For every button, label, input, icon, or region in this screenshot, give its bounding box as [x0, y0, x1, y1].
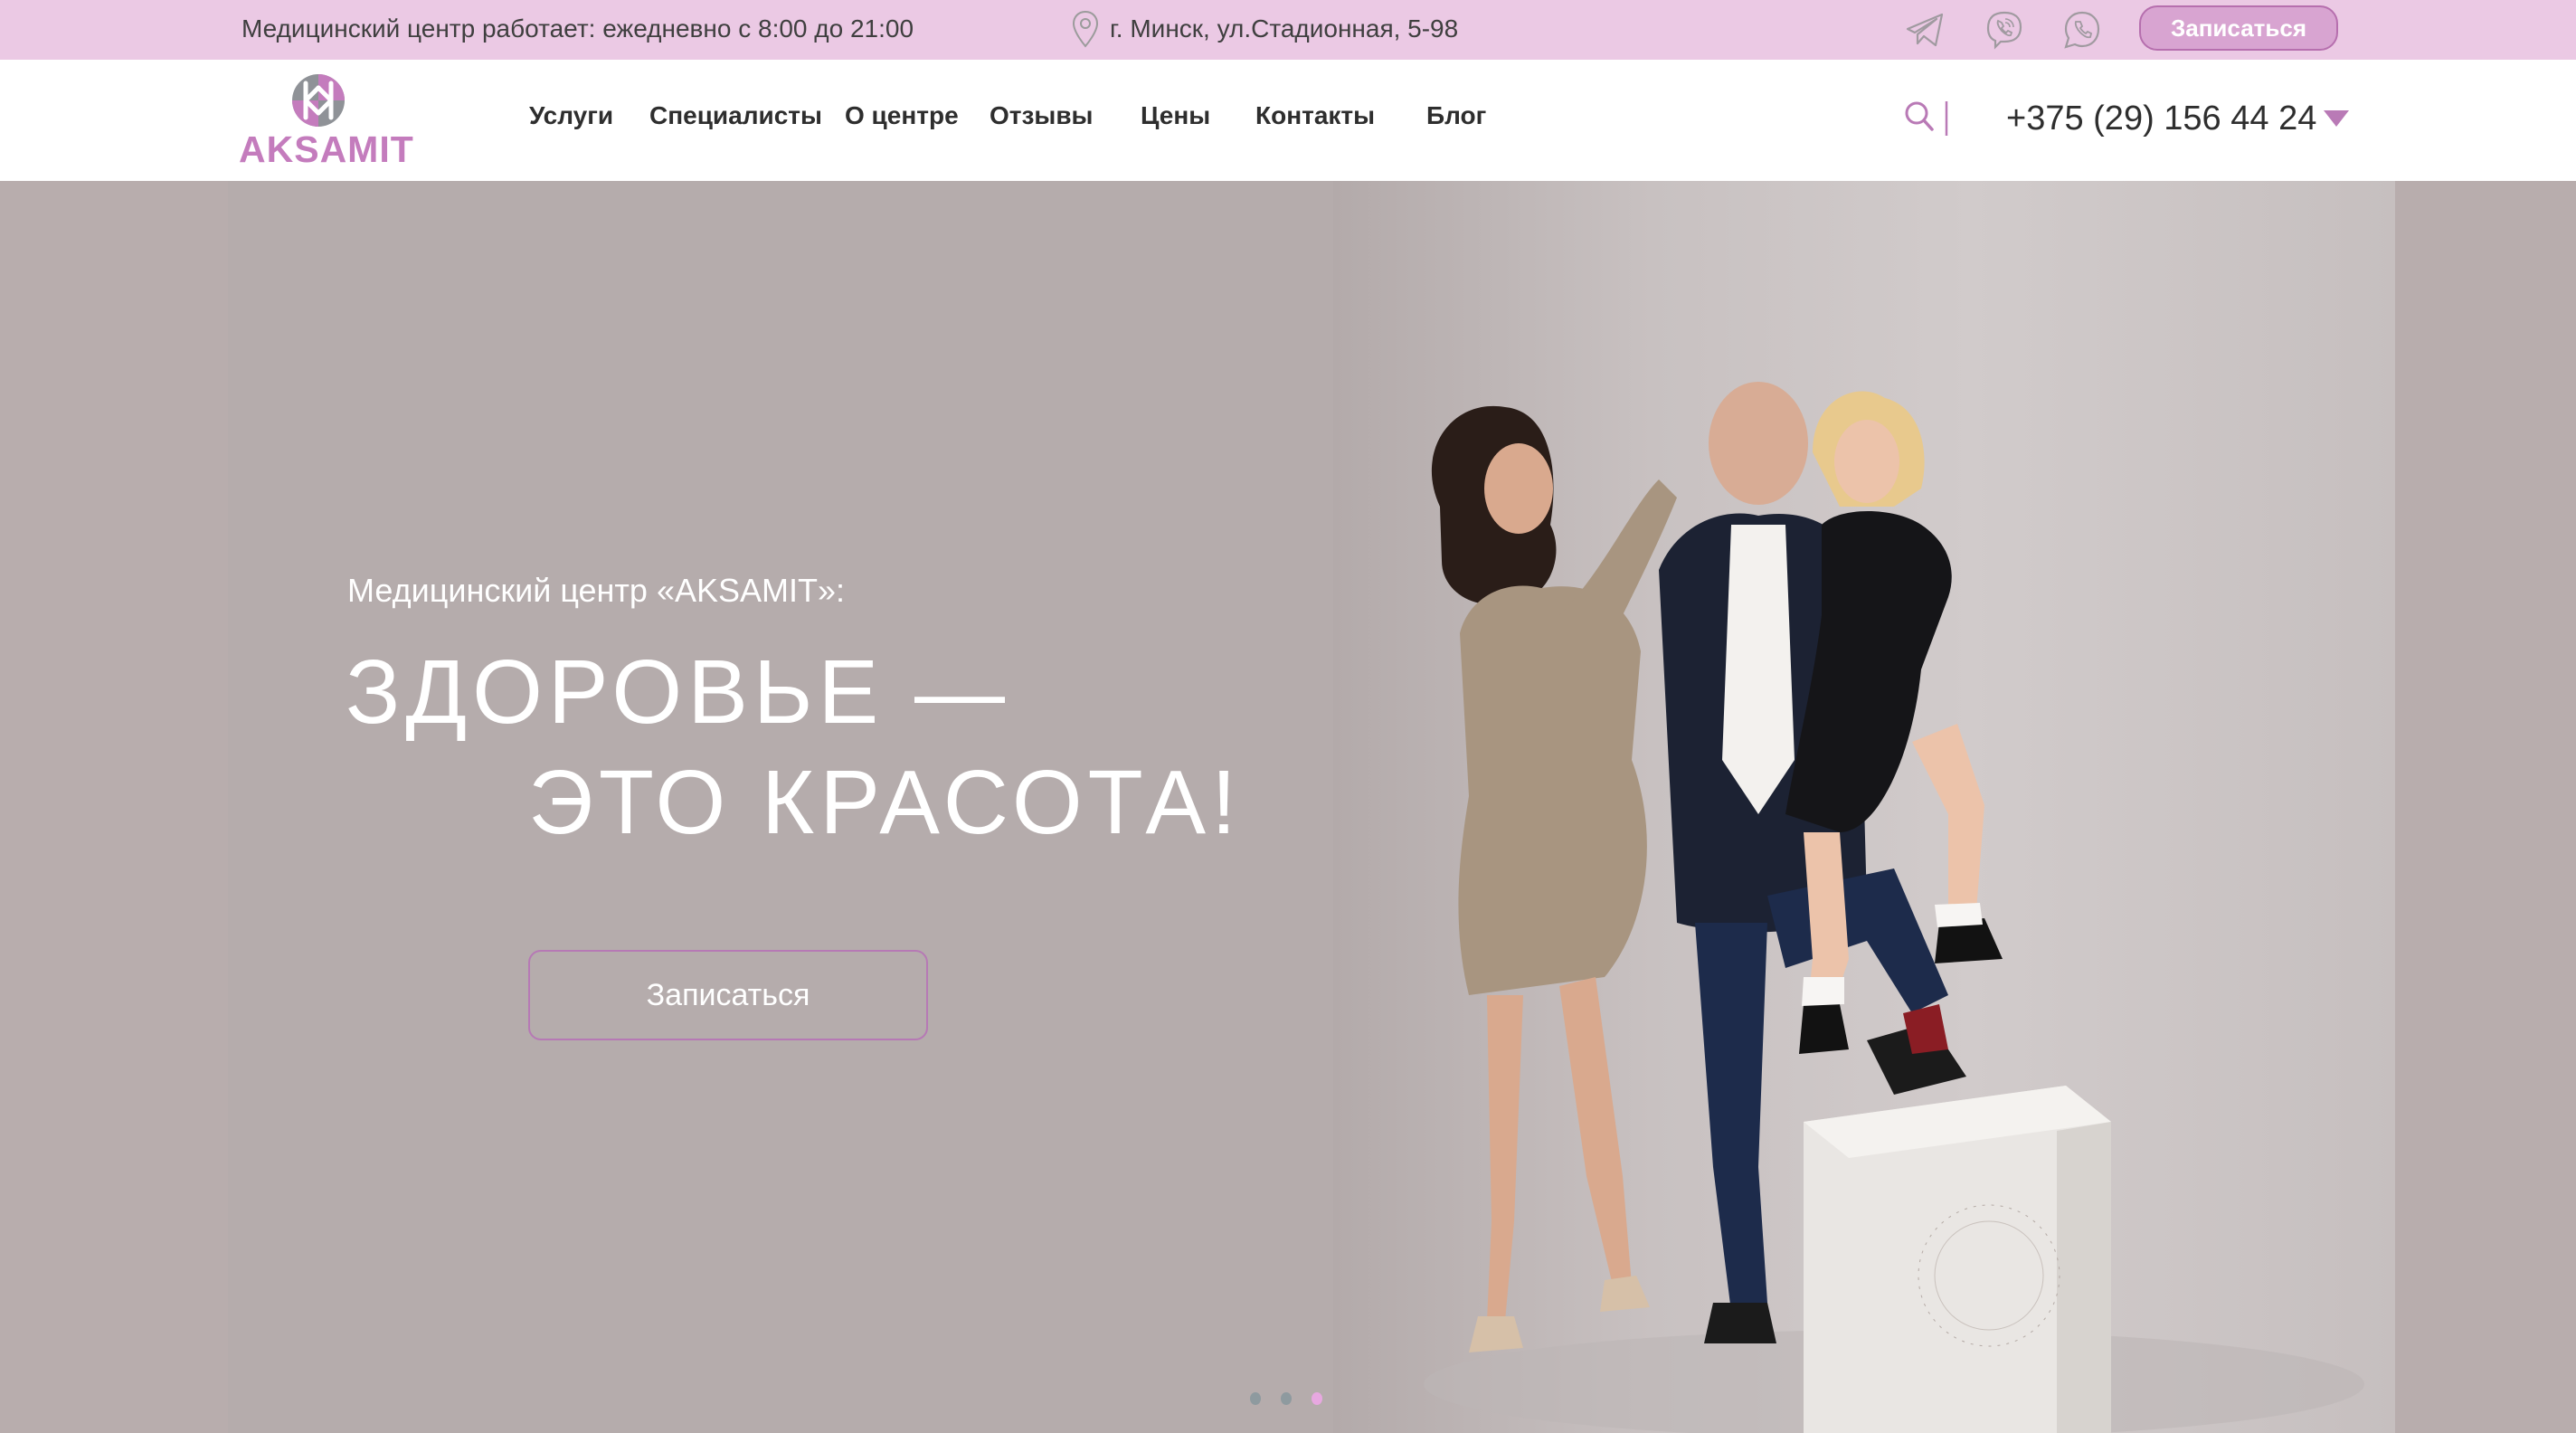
hero-photo — [1424, 382, 2364, 1433]
nav-prices[interactable]: Цены — [1141, 101, 1210, 138]
location-pin-icon — [1072, 10, 1099, 48]
viber-link[interactable] — [1983, 9, 2026, 51]
nav-blog[interactable]: Блог — [1426, 101, 1486, 138]
address[interactable]: г. Минск, ул.Стадионная, 5-98 — [1072, 10, 1459, 48]
nav-about[interactable]: О центре — [845, 101, 959, 138]
phone-number: +375 (29) 156 44 24 — [2006, 99, 2317, 138]
slider-dot-3[interactable] — [1312, 1392, 1322, 1405]
slider-dot-2[interactable] — [1281, 1392, 1292, 1405]
nav-services[interactable]: Услуги — [529, 101, 613, 138]
working-hours: Медицинский центр работает: ежедневно с … — [242, 14, 914, 43]
logo-text: AKSAMIT — [239, 128, 414, 170]
hero-subtitle: Медицинский центр «AKSAMIT»: — [347, 572, 846, 609]
logo[interactable]: AKSAMIT — [239, 72, 414, 172]
nav-specialists[interactable]: Специалисты — [649, 101, 822, 138]
whatsapp-link[interactable] — [2060, 9, 2104, 51]
phone-dropdown[interactable]: +375 (29) 156 44 24 — [2006, 96, 2350, 141]
chevron-down-icon — [2324, 110, 2350, 127]
slider-pagination — [1250, 1390, 1322, 1408]
top-info-bar: Медицинский центр работает: ежедневно с … — [0, 0, 2576, 60]
book-appointment-button-top[interactable]: Записаться — [2139, 5, 2338, 51]
site-header: AKSAMIT Услуги Специалисты О центре Отзы… — [0, 60, 2576, 181]
search-button[interactable] — [1903, 98, 1950, 139]
viber-icon — [1986, 11, 2022, 50]
nav-reviews[interactable]: Отзывы — [990, 101, 1093, 138]
white-cube — [1804, 1086, 2111, 1433]
hero-title-line2: ЭТО КРАСОТА! — [528, 752, 1242, 853]
woman-figure — [1431, 405, 1677, 1352]
address-text: г. Минск, ул.Стадионная, 5-98 — [1110, 14, 1459, 43]
book-appointment-button-hero[interactable]: Записаться — [528, 950, 928, 1040]
logo-mark-icon — [292, 74, 345, 127]
whatsapp-icon — [2064, 11, 2100, 49]
hero-slider: Медицинский центр «AKSAMIT»: ЗДОРОВЬЕ — … — [0, 181, 2576, 1433]
search-icon — [1905, 101, 1948, 136]
hero-title-line1: ЗДОРОВЬЕ — — [346, 641, 1010, 743]
telegram-icon — [1906, 13, 1944, 47]
slider-dot-1[interactable] — [1250, 1392, 1261, 1405]
nav-contacts[interactable]: Контакты — [1255, 101, 1375, 138]
telegram-link[interactable] — [1903, 9, 1946, 51]
